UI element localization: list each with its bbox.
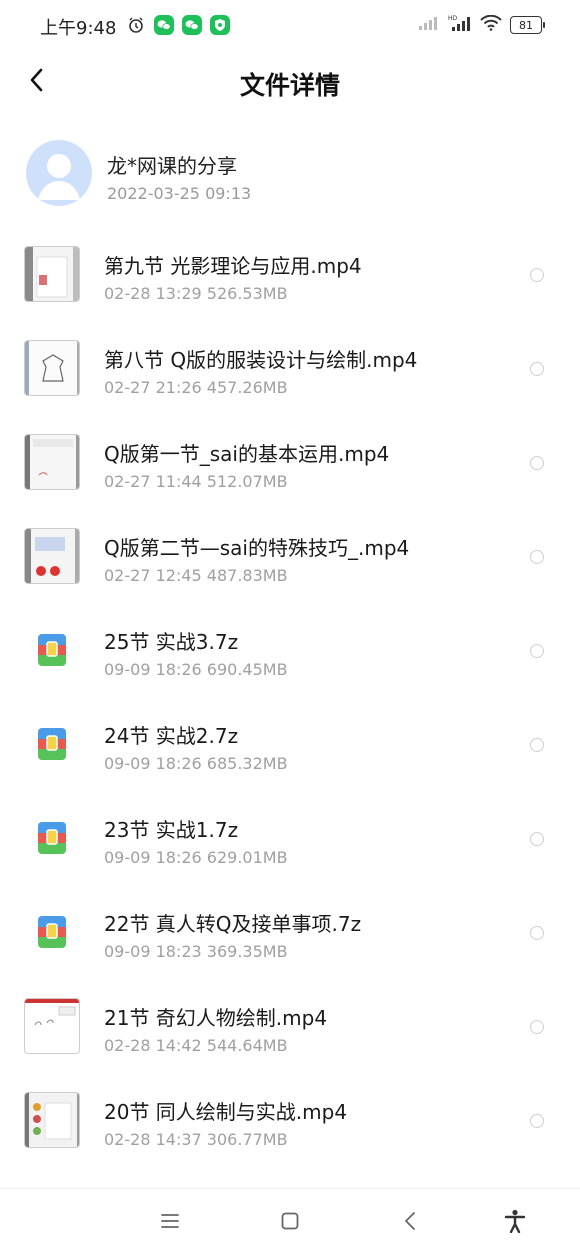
battery-indicator: 81	[510, 16, 545, 34]
status-notification-icons	[126, 15, 230, 35]
select-radio[interactable]	[530, 1114, 544, 1128]
file-name: Q版第一节_sai的基本运用.mp4	[104, 442, 390, 466]
home-icon	[281, 1212, 299, 1234]
page-title: 文件详情	[239, 71, 340, 100]
file-meta: 09-09 18:26 685.32MB	[104, 754, 288, 773]
video-thumbnail	[24, 1092, 80, 1148]
nav-back-button[interactable]	[390, 1203, 430, 1243]
file-meta: 02-27 12:45 487.83MB	[104, 566, 288, 585]
file-list-item[interactable]: 22节 真人转Q及接单事项.7z 09-09 18:23 369.35MB	[0, 886, 580, 980]
signal-hd-icon: HD	[448, 14, 472, 36]
file-name: 24节 实战2.7z	[104, 724, 239, 748]
file-name: 21节 奇幻人物绘制.mp4	[104, 1006, 328, 1030]
video-thumbnail	[24, 340, 80, 396]
sharer-name: 龙*网课的分享	[107, 154, 237, 178]
file-name: 23节 实战1.7z	[104, 818, 239, 842]
file-meta: 02-27 11:44 512.07MB	[104, 472, 288, 491]
accessibility-icon	[504, 1209, 526, 1237]
svg-text:HD: HD	[448, 15, 458, 22]
file-meta: 09-09 18:26 629.01MB	[104, 848, 288, 867]
wifi-icon	[480, 14, 502, 35]
video-thumbnail	[24, 246, 80, 302]
select-radio[interactable]	[530, 926, 544, 940]
archive-file-icon	[38, 822, 66, 854]
file-list-item[interactable]: 23节 实战1.7z 09-09 18:26 629.01MB	[0, 792, 580, 886]
select-radio[interactable]	[530, 738, 544, 752]
status-time: 上午9:48	[40, 18, 117, 39]
file-meta: 02-28 14:42 544.64MB	[104, 1036, 288, 1055]
status-system-icons: HD 81	[418, 14, 545, 36]
alarm-icon	[126, 15, 146, 35]
file-name: 22节 真人转Q及接单事项.7z	[104, 912, 362, 936]
file-name: Q版第二节—sai的特殊技巧_.mp4	[104, 536, 410, 560]
archive-file-icon	[38, 634, 66, 666]
file-name: 20节 同人绘制与实战.mp4	[104, 1100, 348, 1124]
file-name: 25节 实战3.7z	[104, 630, 239, 654]
file-name: 第八节 Q版的服装设计与绘制.mp4	[104, 348, 418, 372]
signal-weak-icon	[418, 15, 440, 35]
file-meta: 09-09 18:26 690.45MB	[104, 660, 288, 679]
video-thumbnail	[24, 528, 80, 584]
select-radio[interactable]	[530, 550, 544, 564]
nav-home-button[interactable]	[270, 1203, 310, 1243]
file-name: 第九节 光影理论与应用.mp4	[104, 254, 362, 278]
archive-file-icon	[38, 728, 66, 760]
shield-icon	[210, 15, 230, 35]
select-radio[interactable]	[530, 268, 544, 282]
system-nav-bar	[0, 1188, 580, 1258]
video-thumbnail	[24, 434, 80, 490]
select-radio[interactable]	[530, 362, 544, 376]
select-radio[interactable]	[530, 1020, 544, 1034]
wechat-icon	[182, 15, 202, 35]
file-list-item[interactable]: Q版第一节_sai的基本运用.mp4 02-27 11:44 512.07MB	[0, 416, 580, 510]
nav-menu-button[interactable]	[150, 1203, 190, 1243]
share-time: 2022-03-25 09:13	[107, 184, 252, 203]
file-meta: 02-27 21:26 457.26MB	[104, 378, 288, 397]
video-thumbnail	[24, 998, 80, 1054]
file-list-item[interactable]: 第八节 Q版的服装设计与绘制.mp4 02-27 21:26 457.26MB	[0, 322, 580, 416]
menu-icon	[160, 1213, 180, 1233]
file-list: 第九节 光影理论与应用.mp4 02-28 13:29 526.53MB 第八节…	[0, 228, 580, 1168]
file-list-item[interactable]: 21节 奇幻人物绘制.mp4 02-28 14:42 544.64MB	[0, 980, 580, 1074]
select-radio[interactable]	[530, 832, 544, 846]
select-radio[interactable]	[530, 456, 544, 470]
file-list-item[interactable]: 第九节 光影理论与应用.mp4 02-28 13:29 526.53MB	[0, 228, 580, 322]
file-list-item[interactable]: Q版第二节—sai的特殊技巧_.mp4 02-27 12:45 487.83MB	[0, 510, 580, 604]
file-list-item[interactable]: 20节 同人绘制与实战.mp4 02-28 14:37 306.77MB	[0, 1074, 580, 1168]
file-meta: 09-09 18:23 369.35MB	[104, 942, 288, 961]
status-bar: 上午9:48 HD 81	[0, 0, 580, 52]
wechat-icon	[154, 15, 174, 35]
file-meta: 02-28 14:37 306.77MB	[104, 1130, 288, 1149]
back-icon	[403, 1211, 417, 1235]
sharer-info: 龙*网课的分享 2022-03-25 09:13	[0, 130, 580, 214]
page-header: 文件详情	[0, 52, 580, 114]
file-meta: 02-28 13:29 526.53MB	[104, 284, 288, 303]
nav-accessibility-button[interactable]	[495, 1203, 535, 1243]
file-list-item[interactable]: 24节 实战2.7z 09-09 18:26 685.32MB	[0, 698, 580, 792]
archive-file-icon	[38, 916, 66, 948]
file-list-item[interactable]: 25节 实战3.7z 09-09 18:26 690.45MB	[0, 604, 580, 698]
avatar	[26, 140, 92, 206]
user-silhouette-icon	[38, 154, 80, 200]
select-radio[interactable]	[530, 644, 544, 658]
